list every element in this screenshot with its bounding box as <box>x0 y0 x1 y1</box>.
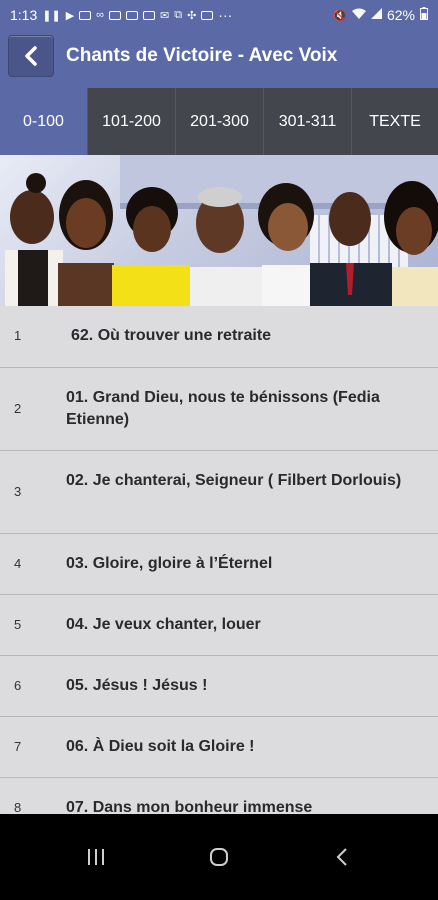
more-notifications: ··· <box>218 7 233 23</box>
list-item[interactable]: 5 04. Je veux chanter, louer <box>0 595 438 656</box>
song-number: 5 <box>14 617 22 632</box>
song-list: 1 62. Où trouver une retraite 2 01. Gran… <box>0 306 438 814</box>
infinity-icon: ∞ <box>96 9 104 21</box>
list-item[interactable]: 6 05. Jésus ! Jésus ! <box>0 656 438 717</box>
pause-icon: ❚❚ <box>42 9 61 22</box>
battery-icon <box>420 7 428 23</box>
tab-101-200[interactable]: 101-200 <box>88 88 176 155</box>
song-number: 4 <box>14 556 22 571</box>
app-title: Chants de Victoire - Avec Voix <box>66 45 338 66</box>
list-item[interactable]: 4 03. Gloire, gloire à l’Éternel <box>0 534 438 595</box>
news2-icon <box>201 10 214 20</box>
tab-201-300[interactable]: 201-300 <box>176 88 264 155</box>
status-bar: 1:13 ❚❚ ▶ ∞ ✉ ⧉ ✣ ··· 🔇 62% <box>0 0 438 30</box>
nav-back-button[interactable] <box>312 814 372 900</box>
message-icon <box>126 10 138 20</box>
list-item[interactable]: 1 62. Où trouver une retraite <box>0 306 438 368</box>
back-button[interactable] <box>8 35 54 77</box>
list-item[interactable]: 3 02. Je chanterai, Seigneur ( Filbert D… <box>0 451 438 534</box>
tab-301-311[interactable]: 301-311 <box>264 88 352 155</box>
song-title: 02. Je chanterai, Seigneur ( Filbert Dor… <box>66 472 402 489</box>
wifi-icon <box>351 8 366 22</box>
song-title: 62. Où trouver une retraite <box>71 327 272 344</box>
song-title: 06. À Dieu soit la Gloire ! <box>66 738 255 755</box>
home-button[interactable] <box>189 814 249 900</box>
battery-level: 62% <box>386 7 415 23</box>
song-number: 2 <box>14 401 22 416</box>
song-title: 03. Gloire, gloire à l’Éternel <box>66 555 273 572</box>
status-time: 1:13 <box>10 7 38 23</box>
song-number: 1 <box>14 328 22 343</box>
list-item[interactable]: 7 06. À Dieu soit la Gloire ! <box>0 717 438 778</box>
pinwheel-icon: ✣ <box>187 9 197 22</box>
song-title: 05. Jésus ! Jésus ! <box>66 677 208 694</box>
signal-icon <box>370 8 382 22</box>
recents-button[interactable] <box>66 814 126 900</box>
mail-icon: ✉ <box>160 9 170 22</box>
chevron-left-icon <box>25 46 37 66</box>
song-number: 6 <box>14 678 22 693</box>
song-title: 07. Dans mon bonheur immense <box>66 799 313 814</box>
home-icon <box>210 848 228 866</box>
wallet-icon: ⧉ <box>174 8 183 21</box>
song-number: 7 <box>14 739 22 754</box>
list-item[interactable]: 8 07. Dans mon bonheur immense <box>0 778 438 814</box>
song-number: 3 <box>14 484 22 499</box>
back-icon <box>336 848 347 866</box>
list-item[interactable]: 2 01. Grand Dieu, nous te bénissons (Fed… <box>0 368 438 451</box>
photo-icon <box>143 10 155 20</box>
system-nav-bar <box>0 814 438 900</box>
recents-icon <box>88 849 104 865</box>
song-number: 8 <box>14 800 22 814</box>
tab-texte[interactable]: TEXTE <box>352 88 438 155</box>
singers-banner-image <box>0 155 438 306</box>
tab-0-100[interactable]: 0-100 <box>0 88 88 155</box>
youtube-icon: ▶ <box>65 9 75 22</box>
song-title: 01. Grand Dieu, nous te bénissons (Fedia… <box>66 389 380 428</box>
song-title: 04. Je veux chanter, louer <box>66 616 261 633</box>
app-bar: Chants de Victoire - Avec Voix <box>0 30 438 88</box>
mute-icon: 🔇 <box>333 9 347 22</box>
news-icon <box>109 10 121 20</box>
range-tabs: 0-100 101-200 201-300 301-311 TEXTE <box>0 88 438 155</box>
image-icon <box>79 10 92 20</box>
